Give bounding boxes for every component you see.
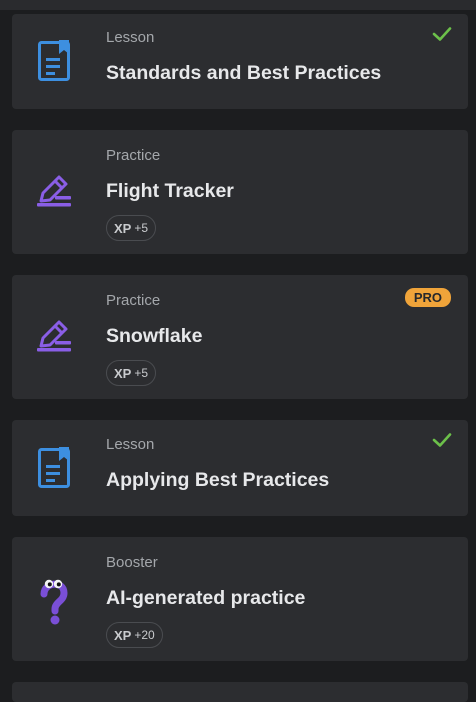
xp-badge: XP +20 — [106, 622, 163, 648]
item-type-label: Practice — [106, 147, 161, 164]
xp-value: +5 — [134, 221, 149, 235]
pro-badge: PRO — [404, 288, 451, 307]
item-title: Flight Tracker — [106, 180, 234, 202]
next-card-partial[interactable] — [12, 682, 468, 702]
item-title: AI-generated practice — [106, 587, 306, 609]
item-title: Snowflake — [106, 325, 203, 347]
xp-label: XP — [114, 627, 132, 643]
practice-card-snowflake[interactable]: Practice Snowflake PRO XP +5 — [12, 275, 468, 399]
xp-badge: XP +5 — [106, 215, 157, 241]
xp-value: +20 — [134, 628, 155, 642]
xp-label: XP — [114, 220, 132, 236]
check-icon — [432, 26, 452, 47]
check-icon — [432, 432, 452, 453]
xp-badge: XP +5 — [106, 360, 157, 386]
lesson-book-icon — [34, 446, 74, 490]
item-title: Standards and Best Practices — [106, 62, 382, 84]
item-type-label: Lesson — [106, 29, 155, 46]
xp-label: XP — [114, 365, 132, 381]
item-type-label: Practice — [106, 292, 161, 309]
lesson-card-applying[interactable]: Lesson Applying Best Practices — [12, 420, 468, 516]
item-type-label: Booster — [106, 554, 158, 571]
item-title: Applying Best Practices — [106, 469, 330, 491]
pencil-icon — [34, 315, 74, 359]
pencil-icon — [34, 170, 74, 214]
top-divider — [0, 0, 476, 10]
booster-card-ai-practice[interactable]: Booster AI-generated practice XP +20 — [12, 537, 468, 661]
question-mascot-icon — [34, 575, 74, 627]
practice-card-flight-tracker[interactable]: Practice Flight Tracker XP +5 — [12, 130, 468, 254]
lesson-card-standards[interactable]: Lesson Standards and Best Practices — [12, 14, 468, 109]
lesson-book-icon — [34, 39, 74, 83]
xp-value: +5 — [134, 366, 149, 380]
item-type-label: Lesson — [106, 436, 155, 453]
